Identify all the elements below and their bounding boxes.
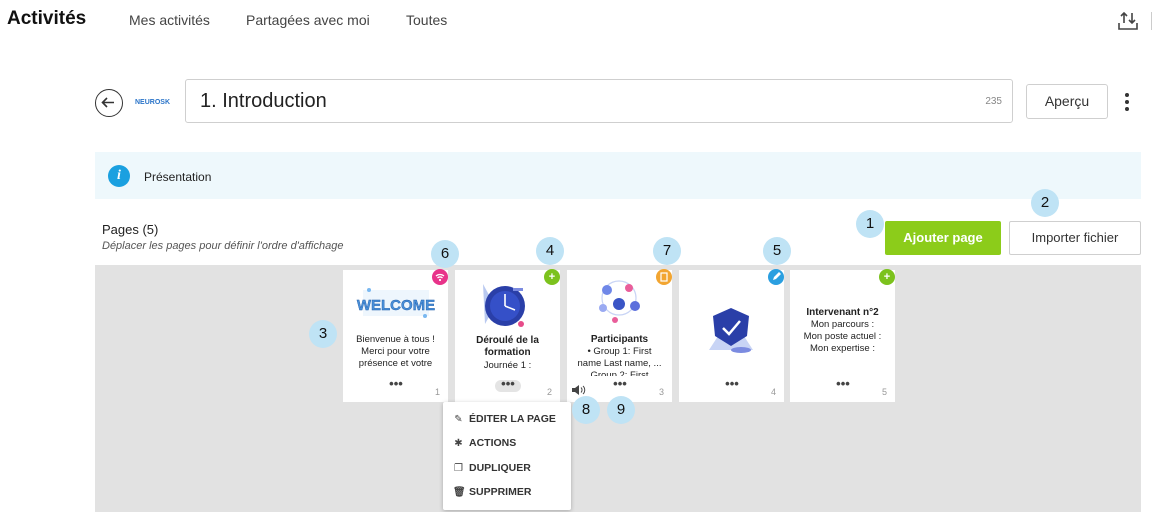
puzzle-icon: ✱ [454,438,463,449]
logo-text: NEUROSK [135,99,170,106]
page-number: 1 [434,387,440,397]
speaker-icon[interactable] [571,384,587,396]
pencil-icon: ✎ [454,414,463,425]
card-more-icon[interactable]: ••• [607,377,633,392]
callout-7: 7 [653,237,681,265]
welcome-image: WELCOME [357,288,435,318]
wifi-icon [432,269,448,285]
participants-image [599,280,640,323]
callout-3: 3 [309,320,337,348]
tab-partagees-avec-moi[interactable]: Partagées avec moi [246,12,370,28]
card-line: • Group 1: First [587,346,652,357]
callout-4: 4 [536,237,564,265]
menu-edit-page[interactable]: ✎ ÉDITER LA PAGE [453,413,556,425]
title-field[interactable]: 235 [185,79,1013,123]
import-file-button[interactable]: Importer fichier [1009,221,1141,255]
pages-title: Pages (5) [102,222,159,237]
export-icon[interactable] [1116,9,1140,33]
thumb-welcome-text: WELCOME [357,297,435,314]
tab-mes-activites[interactable]: Mes activités [129,12,210,28]
card-line: Mon parcours : [810,319,875,330]
arrow-left-icon [101,97,114,108]
card-text: • Group 1: First name Last name, ... Gro… [571,346,668,376]
card-text: Mon parcours : Mon poste actuel : Mon ex… [794,319,891,355]
card-heading: Participants [590,334,649,345]
trash-icon: 🗑 [453,487,466,498]
callout-6: 6 [431,240,459,268]
card-line: Bienvenue à tous ! [356,334,435,345]
menu-duplicate[interactable]: ❐ DUPLIQUER [453,462,531,474]
callout-9: 9 [607,396,635,424]
card-text: Bienvenue à tous ! Merci pour votre prés… [347,334,444,370]
app-title: Activités [7,8,87,29]
page-card-5[interactable]: Intervenant n°2 Mon parcours : Mon poste… [790,269,895,402]
card-heading: Déroulé de la formation [476,335,539,358]
pencil-icon [768,269,784,285]
menu-actions[interactable]: ✱ ACTIONS [453,437,516,449]
callout-8: 8 [572,396,600,424]
back-button[interactable] [95,89,123,117]
callout-5: 5 [763,237,791,265]
menu-item-label: ÉDITER LA PAGE [469,413,556,425]
page-card-1[interactable]: WELCOME Bienvenue à tous ! Merci pour vo… [343,269,448,402]
menu-delete[interactable]: 🗑 SUPPRIMER [453,486,531,498]
page-number: 5 [881,387,887,397]
activity-logo: NEUROSK [134,93,174,109]
title-char-count: 235 [985,96,1002,107]
card-line: Journée 1 : [483,360,532,371]
plus-icon: + [544,269,560,285]
card-line: Merci pour votre [361,346,430,357]
callout-2: 2 [1031,189,1059,217]
info-icon: i [108,165,130,187]
info-banner [95,152,1141,199]
card-line: Mon expertise : [810,343,875,354]
menu-item-label: SUPPRIMER [469,486,532,498]
nav-divider [1151,12,1152,30]
page-card-3[interactable]: Participants • Group 1: First name Last … [567,269,672,402]
menu-item-label: ACTIONS [469,437,517,449]
info-text: Présentation [144,170,212,184]
add-page-button[interactable]: Ajouter page [885,221,1001,255]
card-context-menu: ✎ ÉDITER LA PAGE ✱ ACTIONS ❐ DUPLIQUER 🗑 SUP… [443,402,571,510]
page-number: 3 [658,387,664,397]
document-icon [656,269,672,285]
plus-icon: + [879,269,895,285]
card-more-icon[interactable]: ••• [719,377,745,392]
callout-1: 1 [856,210,884,238]
menu-item-label: DUPLIQUER [469,462,531,474]
tab-toutes[interactable]: Toutes [406,12,447,28]
pages-subtitle: Déplacer les pages pour définir l'ordre … [102,240,344,252]
page-number: 4 [770,387,776,397]
card-line: name Last name, ... [577,358,662,369]
title-input[interactable] [200,88,900,114]
card-heading: Intervenant n°2 [806,307,879,318]
page-card-4[interactable]: ••• 4 [679,269,784,402]
clock-image [483,284,525,327]
more-vertical-icon[interactable] [1118,90,1136,116]
shield-check-image [709,308,753,353]
card-more-icon[interactable]: ••• [495,377,521,392]
copy-icon: ❐ [454,463,463,474]
page-card-2[interactable]: Déroulé de la formation Journée 1 : ••• … [455,269,560,402]
card-line: Mon poste actuel : [803,331,882,342]
card-more-icon[interactable]: ••• [830,377,856,392]
page-number: 2 [546,387,552,397]
card-more-icon[interactable]: ••• [383,377,409,392]
card-line: présence et votre [358,358,433,369]
preview-button[interactable]: Aperçu [1026,84,1108,119]
